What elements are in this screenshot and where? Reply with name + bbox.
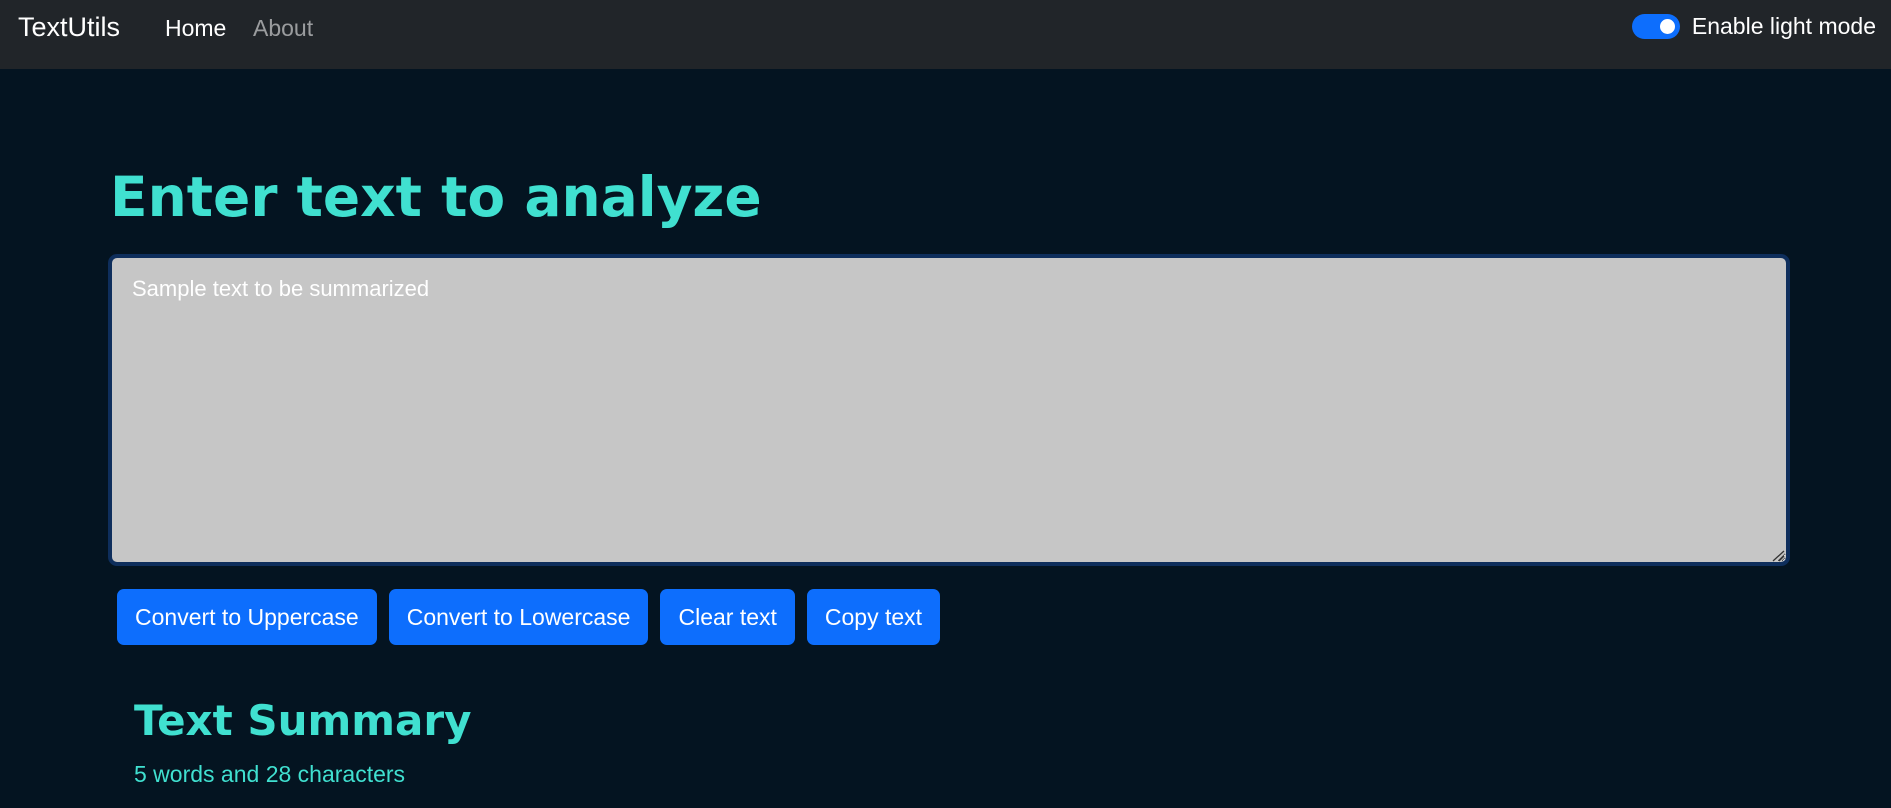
lowercase-button[interactable]: Convert to Lowercase — [388, 589, 649, 645]
action-buttons: Convert to Uppercase Convert to Lowercas… — [117, 589, 952, 645]
summary-title: Text Summary — [134, 696, 472, 745]
nav-link-home[interactable]: Home — [165, 15, 226, 42]
summary-stats: 5 words and 28 characters — [134, 761, 406, 787]
light-mode-switch[interactable] — [1631, 14, 1680, 39]
light-mode-toggle[interactable]: Enable light mode — [1631, 13, 1876, 40]
text-input[interactable]: Sample text to be summarized — [108, 254, 1790, 566]
page-title: Enter text to analyze — [110, 165, 762, 229]
clear-text-button[interactable]: Clear text — [660, 589, 795, 645]
navbar: TextUtils Home About Enable light mode — [0, 0, 1891, 69]
nav-link-about[interactable]: About — [253, 15, 313, 42]
light-mode-label[interactable]: Enable light mode — [1692, 13, 1876, 40]
uppercase-button[interactable]: Convert to Uppercase — [117, 589, 377, 645]
resize-grip-icon[interactable] — [1771, 550, 1785, 562]
brand-logo-text[interactable]: TextUtils — [18, 12, 120, 43]
switch-knob — [1659, 19, 1675, 34]
copy-text-button[interactable]: Copy text — [806, 589, 941, 645]
